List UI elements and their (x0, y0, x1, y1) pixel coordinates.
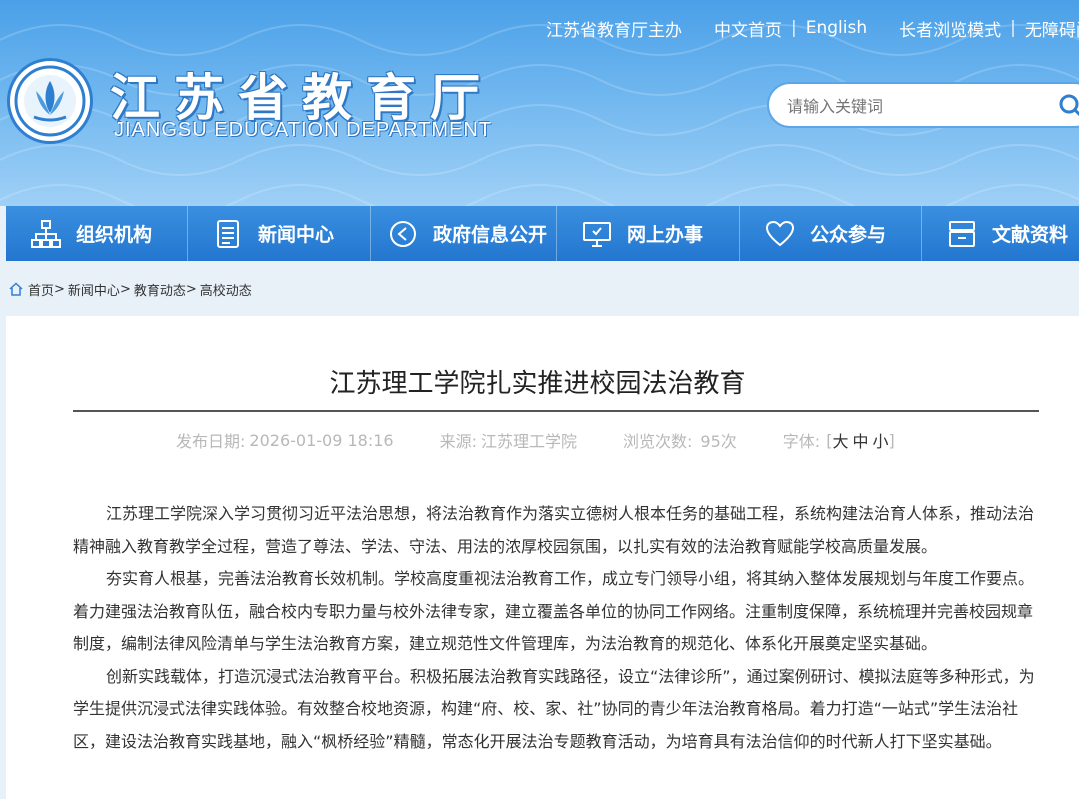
home-icon (9, 282, 23, 296)
source-label: 来源: (439, 432, 477, 451)
breadcrumb-news[interactable]: 新闻中心 (68, 280, 120, 299)
paragraph: 江苏理工学院深入学习贯彻习近平法治思想，将法治教育作为落实立德树人根本任务的基础… (73, 504, 1035, 556)
breadcrumb-university-news[interactable]: 高校动态 (200, 280, 252, 299)
search-input[interactable] (787, 93, 1037, 119)
search-icon[interactable] (1057, 92, 1079, 120)
nav-label: 组织机构 (76, 224, 153, 246)
article-body: 江苏理工学院深入学习贯彻习近平法治思想，将法治教育作为落实立德树人根本任务的基础… (73, 498, 1039, 758)
main-nav: 组织机构 新闻中心 政府信息公开 网上办事 公众参与 文献资料 (6, 206, 1079, 261)
article-title: 江苏理工学院扎实推进校园法治教育 (329, 369, 746, 399)
nav-item-info-disclosure[interactable]: 政府信息公开 (371, 206, 557, 261)
title-divider (73, 410, 1039, 412)
nav-item-organization[interactable]: 组织机构 (6, 206, 188, 261)
english-link[interactable]: English (806, 18, 867, 38)
nav-item-archives[interactable]: 文献资料 (922, 206, 1079, 261)
font-size-large[interactable]: 大 (832, 428, 848, 452)
elder-mode-link[interactable]: 长者浏览模式 (899, 16, 1001, 41)
breadcrumb-home[interactable]: 首页 (28, 280, 54, 299)
nav-label: 新闻中心 (258, 224, 335, 246)
nav-label: 文献资料 (992, 224, 1069, 246)
info-disclosure-icon (390, 220, 416, 247)
nav-label: 公众参与 (810, 224, 887, 246)
date-value: 2026-01-09 18:16 (249, 430, 394, 450)
heart-icon (765, 220, 795, 246)
nav-label: 政府信息公开 (433, 224, 548, 246)
nav-item-online-service[interactable]: 网上办事 (557, 206, 740, 261)
font-size-medium[interactable]: 中 (852, 428, 868, 452)
font-size-label: 字体: (782, 432, 821, 451)
document-icon (217, 219, 239, 248)
emblem-icon (14, 65, 86, 137)
archive-icon (949, 220, 975, 247)
nav-item-news[interactable]: 新闻中心 (188, 206, 371, 261)
article-meta: 发布日期: 2026-01-09 18:16 来源: 江苏理工学院 浏览次数: … (176, 428, 895, 452)
nav-label: 网上办事 (627, 224, 704, 246)
department-logo[interactable] (7, 58, 93, 144)
article-panel: 江苏理工学院扎实推进校园法治教育 发布日期: 2026-01-09 18:16 … (6, 316, 1079, 799)
nav-item-public-participation[interactable]: 公众参与 (740, 206, 922, 261)
views-label: 浏览次数: (623, 432, 693, 451)
search-box (767, 82, 1079, 128)
site-header: 江苏省教育厅主办 中文首页 | English 长者浏览模式 | 无障碍阅 江苏… (0, 0, 1079, 206)
top-links: 江苏省教育厅主办 中文首页 | English 长者浏览模式 | 无障碍阅 (546, 16, 1079, 41)
breadcrumb: 首页 > 新闻中心 > 教育动态 > 高校动态 (8, 279, 252, 299)
monitor-icon (583, 221, 611, 247)
paragraph: 创新实践载体，打造沉浸式法治教育平台。积极拓展法治教育实践路径，设立“法律诊所”… (73, 666, 1035, 751)
breadcrumb-edu-news[interactable]: 教育动态 (134, 280, 186, 299)
org-chart-icon (31, 219, 61, 248)
source-value: 江苏理工学院 (481, 432, 578, 451)
date-label: 发布日期: (176, 432, 246, 451)
paragraph: 夯实育人根基，完善法治教育长效机制。学校高度重视法治教育工作，成立专门领导小组，… (73, 569, 1035, 653)
sponsor-text: 江苏省教育厅主办 (546, 20, 682, 41)
chinese-home-link[interactable]: 中文首页 (714, 16, 782, 41)
views-value: 95次 (700, 432, 737, 451)
accessibility-link[interactable]: 无障碍阅 (1025, 16, 1079, 41)
font-size-small[interactable]: 小 (872, 428, 888, 452)
site-title-en: JIANGSU EDUCATION DEPARTMENT (114, 119, 493, 141)
